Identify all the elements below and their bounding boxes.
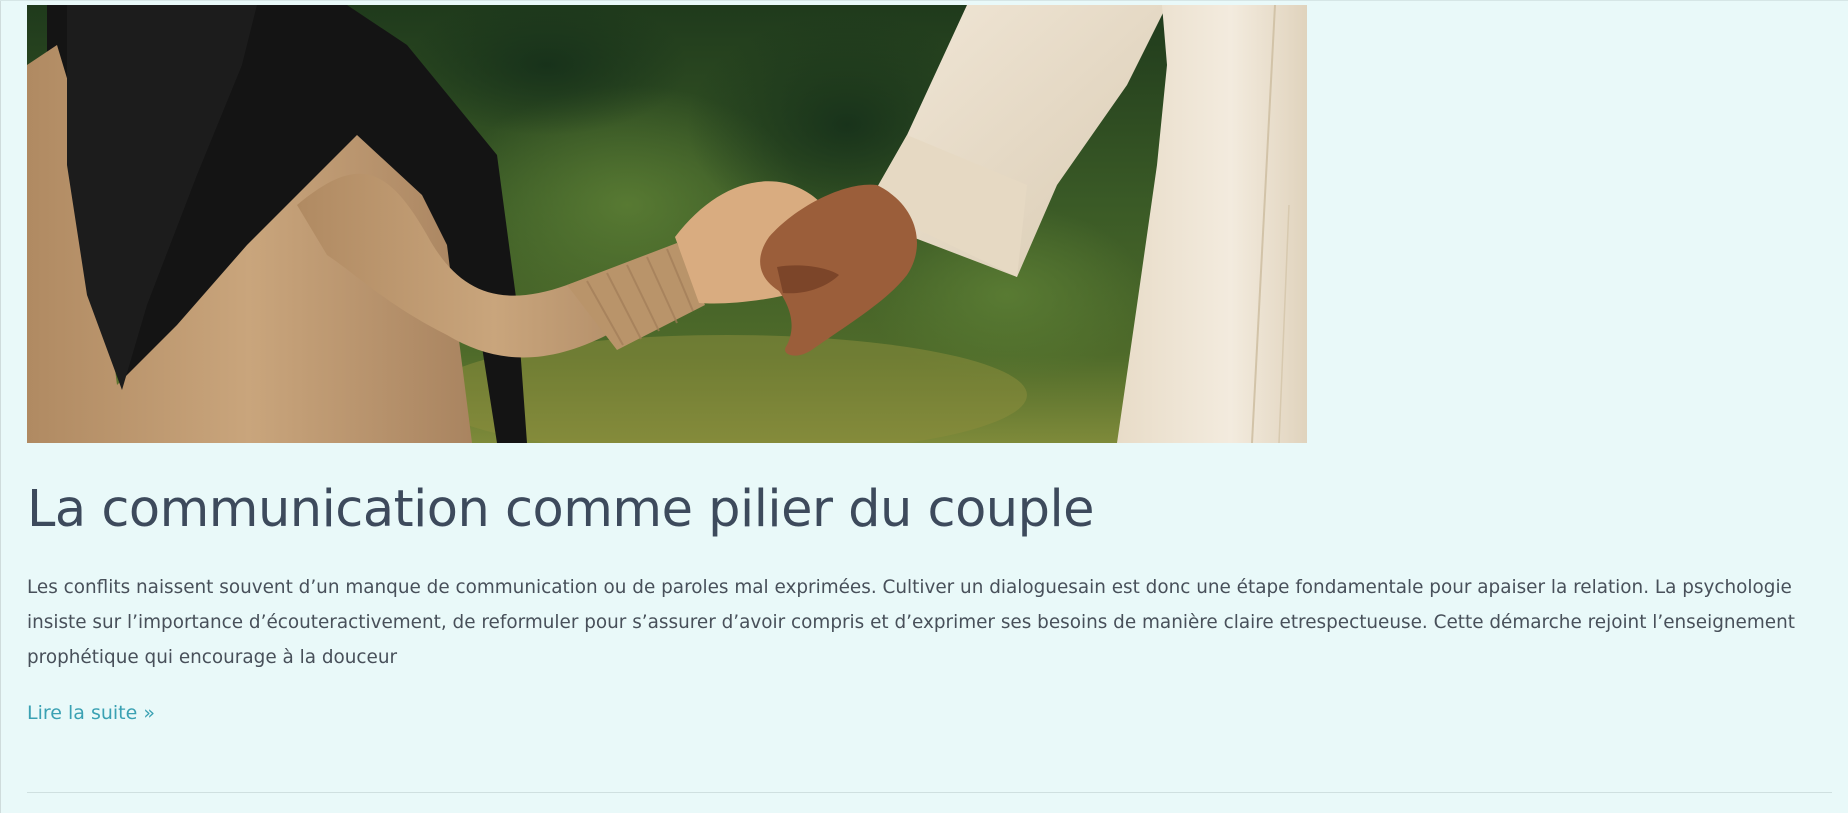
read-more-link[interactable]: Lire la suite » <box>27 702 155 724</box>
page: La communication comme pilier du couple … <box>0 0 1848 813</box>
blog-post: La communication comme pilier du couple … <box>27 5 1832 724</box>
left-border <box>0 1 1 813</box>
post-title[interactable]: La communication comme pilier du couple <box>27 479 1832 540</box>
featured-image[interactable] <box>27 5 1307 443</box>
post-divider <box>27 792 1832 793</box>
post-excerpt: Les conflits naissent souvent d’un manqu… <box>27 577 1795 669</box>
featured-image-illustration <box>27 5 1307 443</box>
